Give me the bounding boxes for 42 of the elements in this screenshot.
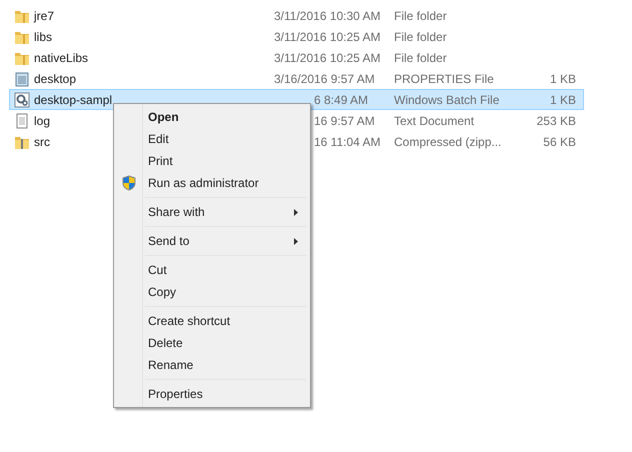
menu-item[interactable]: Share with [116,201,308,223]
file-size: 56 KB [542,134,576,148]
file-type: File folder [394,30,448,44]
file-type: Windows Batch File [394,92,500,106]
gear-file-icon [14,92,30,108]
file-type: Compressed (zipp... [394,134,502,148]
submenu-arrow-icon [294,238,298,245]
file-size: 1 KB [548,72,576,86]
file-date: 16 9:57 AM [314,114,375,128]
submenu-arrow-icon [294,209,298,216]
file-size: 1 KB [548,92,576,106]
menu-item[interactable]: Run as administrator [116,172,308,194]
file-type: PROPERTIES File [394,72,495,86]
file-name: desktop-sampl [34,92,112,106]
menu-item[interactable]: Copy [116,281,308,303]
file-date: 16 11:04 AM [314,134,380,148]
menu-item[interactable]: Send to [116,230,308,252]
file-name: libs [34,30,52,44]
file-size: 253 KB [536,114,576,128]
file-date: 3/11/2016 10:30 AM [274,8,381,22]
file-name: nativeLibs [34,50,88,64]
file-date: 3/11/2016 10:25 AM [274,50,381,64]
file-type: File folder [394,8,448,22]
file-type: File folder [394,50,448,64]
file-date: 3/16/2016 9:57 AM [274,72,375,86]
file-name: log [34,114,50,128]
file-name: desktop [34,72,76,86]
menu-item[interactable]: Print [116,150,308,172]
menu-item[interactable]: Delete [116,332,308,354]
menu-item[interactable]: Cut [116,259,308,281]
menu-item[interactable]: Create shortcut [116,310,308,332]
shield-icon [121,175,137,191]
file-type: Text Document [394,114,476,128]
notepad-icon [14,70,30,86]
document-icon [14,112,30,128]
file-name: src [34,134,50,148]
menu-item[interactable]: Rename [116,354,308,376]
menu-item[interactable]: Properties [116,383,308,405]
file-date: 6 8:49 AM [314,92,368,106]
file-name: jre7 [34,8,54,22]
menu-item[interactable]: Edit [116,128,308,150]
file-date: 3/11/2016 10:25 AM [274,30,381,44]
